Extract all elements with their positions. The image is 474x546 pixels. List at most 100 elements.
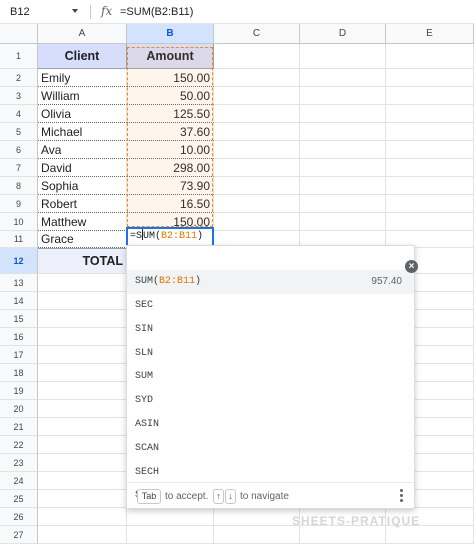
column-header-e[interactable]: E <box>386 24 474 44</box>
cell-b4[interactable]: 125.50 <box>127 105 214 123</box>
cell-c26[interactable] <box>214 508 300 526</box>
row-header-5[interactable]: 5 <box>0 123 38 141</box>
cell-a24[interactable] <box>38 472 127 490</box>
row-header-4[interactable]: 4 <box>0 105 38 123</box>
cell-e5[interactable] <box>386 123 474 141</box>
row-header-19[interactable]: 19 <box>0 382 38 400</box>
cell-a5[interactable]: Michael <box>38 123 127 141</box>
cell-b27[interactable] <box>127 526 214 544</box>
cell-d3[interactable] <box>300 87 386 105</box>
cell-c27[interactable] <box>214 526 300 544</box>
cell-c8[interactable] <box>214 177 300 195</box>
cell-a14[interactable] <box>38 292 127 310</box>
cell-b9[interactable]: 16.50 <box>127 195 214 213</box>
cell-a7[interactable]: David <box>38 159 127 177</box>
column-header-d[interactable]: D <box>300 24 386 44</box>
cell-a6[interactable]: Ava <box>38 141 127 159</box>
cell-d7[interactable] <box>300 159 386 177</box>
close-icon[interactable]: × <box>405 260 418 273</box>
cell-d27[interactable] <box>300 526 386 544</box>
row-header-25[interactable]: 25 <box>0 490 38 508</box>
cell-d10[interactable] <box>300 213 386 231</box>
cell-a2[interactable]: Emily <box>38 69 127 87</box>
chevron-down-icon[interactable] <box>72 9 78 13</box>
column-header-c[interactable]: C <box>214 24 300 44</box>
cell-e4[interactable] <box>386 105 474 123</box>
cell-d6[interactable] <box>300 141 386 159</box>
row-header-1[interactable]: 1 <box>0 44 38 69</box>
cell-a4[interactable]: Olivia <box>38 105 127 123</box>
select-all-corner[interactable] <box>0 24 38 44</box>
row-header-24[interactable]: 24 <box>0 472 38 490</box>
cell-a19[interactable] <box>38 382 127 400</box>
cell-c9[interactable] <box>214 195 300 213</box>
cell-e7[interactable] <box>386 159 474 177</box>
row-header-9[interactable]: 9 <box>0 195 38 213</box>
cell-a22[interactable] <box>38 436 127 454</box>
more-options-icon[interactable] <box>398 488 404 504</box>
suggestion-sln[interactable]: SLN <box>127 342 414 366</box>
row-header-21[interactable]: 21 <box>0 418 38 436</box>
cell-a10[interactable]: Matthew <box>38 213 127 231</box>
suggestion-scan[interactable]: SCAN <box>127 437 414 461</box>
cell-c1[interactable] <box>214 44 300 69</box>
cell-e1[interactable] <box>386 44 474 69</box>
cell-d2[interactable] <box>300 69 386 87</box>
cell-a23[interactable] <box>38 454 127 472</box>
formula-input[interactable]: =SUM(B2:B11) <box>120 0 193 24</box>
suggestion-sin[interactable]: SIN <box>127 318 414 342</box>
cell-c10[interactable] <box>214 213 300 231</box>
column-header-a[interactable]: A <box>38 24 127 44</box>
cell-a9[interactable]: Robert <box>38 195 127 213</box>
row-header-26[interactable]: 26 <box>0 508 38 526</box>
cell-e3[interactable] <box>386 87 474 105</box>
cell-d8[interactable] <box>300 177 386 195</box>
row-header-27[interactable]: 27 <box>0 526 38 544</box>
cell-a17[interactable] <box>38 346 127 364</box>
cell-b1[interactable]: Amount <box>127 44 214 69</box>
cell-c6[interactable] <box>214 141 300 159</box>
suggestion-syd[interactable]: SYD <box>127 389 414 413</box>
cell-b3[interactable]: 50.00 <box>127 87 214 105</box>
cell-a3[interactable]: William <box>38 87 127 105</box>
row-header-17[interactable]: 17 <box>0 346 38 364</box>
cell-a1[interactable]: Client <box>38 44 127 69</box>
suggestion-sum[interactable]: SUM <box>127 365 414 389</box>
active-cell-b12[interactable]: =SUM(B2:B11) <box>126 227 214 247</box>
cell-a11[interactable]: Grace <box>38 231 127 248</box>
row-header-20[interactable]: 20 <box>0 400 38 418</box>
cell-b26[interactable] <box>127 508 214 526</box>
cell-b2[interactable]: 150.00 <box>127 69 214 87</box>
cell-b7[interactable]: 298.00 <box>127 159 214 177</box>
cell-a8[interactable]: Sophia <box>38 177 127 195</box>
row-header-16[interactable]: 16 <box>0 328 38 346</box>
cell-d4[interactable] <box>300 105 386 123</box>
row-header-13[interactable]: 13 <box>0 274 38 292</box>
cell-b5[interactable]: 37.60 <box>127 123 214 141</box>
cell-e2[interactable] <box>386 69 474 87</box>
cell-c3[interactable] <box>214 87 300 105</box>
cell-e6[interactable] <box>386 141 474 159</box>
cell-a18[interactable] <box>38 364 127 382</box>
cell-a16[interactable] <box>38 328 127 346</box>
suggestion-sum-range[interactable]: SUM(B2:B11) 957.40 <box>127 270 414 294</box>
cell-a13[interactable] <box>38 274 127 292</box>
cell-c4[interactable] <box>214 105 300 123</box>
cell-c5[interactable] <box>214 123 300 141</box>
cell-a26[interactable] <box>38 508 127 526</box>
cell-c2[interactable] <box>214 69 300 87</box>
cell-a25[interactable] <box>38 490 127 508</box>
cell-d1[interactable] <box>300 44 386 69</box>
row-header-12[interactable]: 12 <box>0 248 38 274</box>
cell-a27[interactable] <box>38 526 127 544</box>
suggestion-sech[interactable]: SECH <box>127 461 414 485</box>
row-header-10[interactable]: 10 <box>0 213 38 231</box>
cell-a12-total-label[interactable]: TOTAL <box>38 248 127 274</box>
row-header-15[interactable]: 15 <box>0 310 38 328</box>
column-header-b[interactable]: B <box>127 24 214 44</box>
cell-d9[interactable] <box>300 195 386 213</box>
cell-e27[interactable] <box>386 526 474 544</box>
cell-e8[interactable] <box>386 177 474 195</box>
row-header-7[interactable]: 7 <box>0 159 38 177</box>
cell-a20[interactable] <box>38 400 127 418</box>
